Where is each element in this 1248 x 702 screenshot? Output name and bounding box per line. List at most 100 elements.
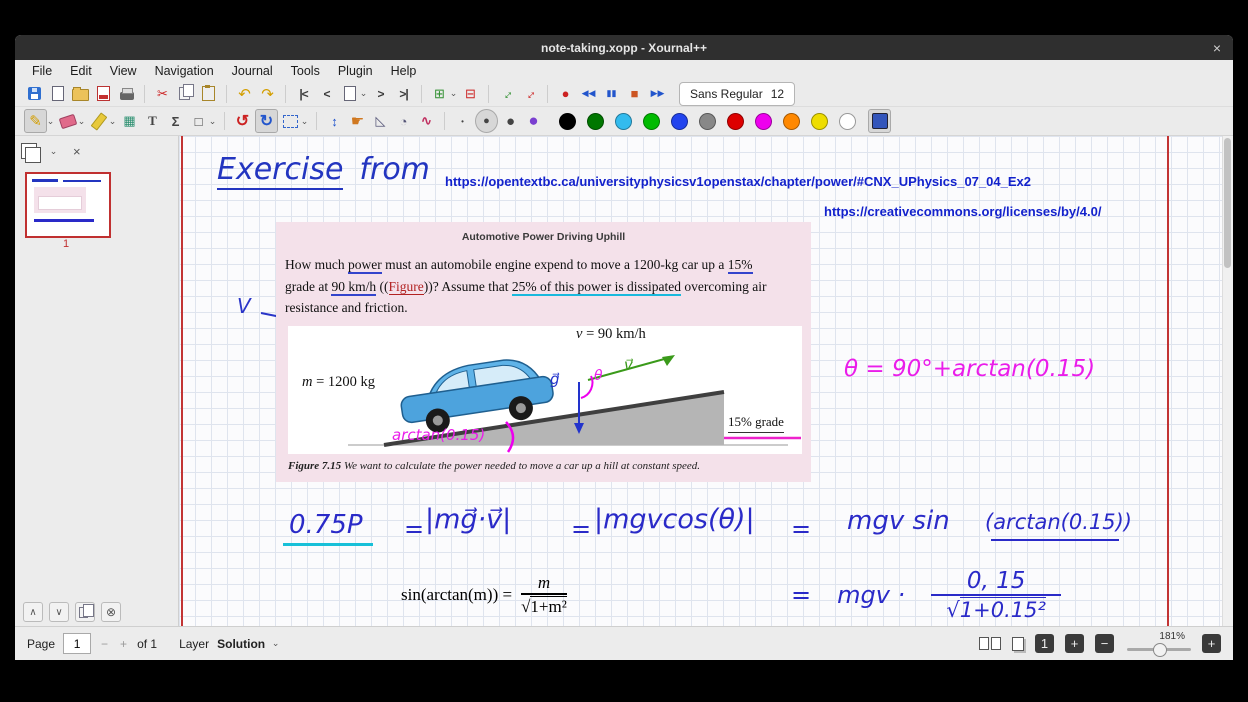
sidebar-panel-dropdown[interactable]: ⌄ <box>49 146 58 157</box>
zoom-slider-thumb[interactable] <box>1153 643 1167 657</box>
stroke-medium-button[interactable]: ● <box>475 109 498 133</box>
pause-audio-button[interactable]: ▮▮ <box>601 83 622 105</box>
page-increment-button[interactable]: + <box>118 637 129 651</box>
image-tool-button[interactable]: ▦ <box>119 110 140 132</box>
spline-tool-button[interactable]: ∿ <box>416 110 437 132</box>
presentation-button[interactable]: ↔ <box>519 83 540 105</box>
math-tex-button[interactable]: Σ <box>165 110 186 132</box>
first-page-button[interactable]: |< <box>293 83 314 105</box>
delete-page-button[interactable]: ⊟ <box>460 83 481 105</box>
menu-item-plugin[interactable]: Plugin <box>329 62 382 80</box>
color-swatch-light-blue[interactable] <box>615 113 632 130</box>
ruler-tool-button[interactable]: ◺ <box>370 110 391 132</box>
panel-copy-button[interactable] <box>75 602 95 622</box>
fullscreen-button[interactable]: ↔ <box>496 83 517 105</box>
menu-item-edit[interactable]: Edit <box>61 62 101 80</box>
highlighter-tool-button[interactable] <box>88 110 109 132</box>
menu-item-file[interactable]: File <box>23 62 61 80</box>
redo-button[interactable]: ↷ <box>257 83 278 105</box>
hand-tool-button[interactable]: ☛ <box>347 110 368 132</box>
prev-page-button[interactable]: < <box>316 83 337 105</box>
rotation-snap-button[interactable]: ↻ <box>255 109 278 133</box>
page-margin-left <box>181 136 183 626</box>
pen-tool-button[interactable]: ✎ <box>24 109 47 133</box>
color-swatch-green[interactable] <box>643 113 660 130</box>
new-file-button[interactable] <box>47 83 68 105</box>
stop-audio-button[interactable]: ■ <box>624 83 645 105</box>
paste-button[interactable] <box>198 83 219 105</box>
window-close-button[interactable]: × <box>1213 35 1221 60</box>
export-pdf-button[interactable] <box>93 83 114 105</box>
menu-item-journal[interactable]: Journal <box>223 62 282 80</box>
seek-back-button[interactable]: ◀◀ <box>578 83 599 105</box>
exercise-source-url[interactable]: https://opentextbc.ca/universityphysicsv… <box>445 174 1031 189</box>
stroke-thick-button[interactable]: ● <box>500 110 521 132</box>
license-url[interactable]: https://creativecommons.org/licenses/by/… <box>824 204 1101 219</box>
zoom-100-button[interactable]: 1 <box>1035 634 1054 653</box>
figure-link[interactable]: Figure <box>389 279 424 295</box>
layer-dropdown-icon[interactable]: ⌄ <box>271 638 280 649</box>
menu-item-navigation[interactable]: Navigation <box>146 62 223 80</box>
zoom-in-button[interactable]: + <box>1202 634 1221 653</box>
color-swatch-white[interactable] <box>839 113 856 130</box>
page-number-input[interactable] <box>63 633 91 654</box>
seek-forward-button[interactable]: ▶▶ <box>647 83 668 105</box>
shapes-tool-button[interactable]: □ <box>188 110 209 132</box>
color-swatch-gray[interactable] <box>699 113 716 130</box>
note-canvas[interactable]: Exercise from https://opentextbc.ca/univ… <box>179 136 1233 626</box>
panel-up-button[interactable]: ∧ <box>23 602 43 622</box>
layer-selector[interactable]: Solution <box>217 637 265 651</box>
highlighter-tool-dropdown[interactable]: ⌄ <box>108 110 117 132</box>
save-button[interactable] <box>24 83 45 105</box>
open-button[interactable] <box>70 83 91 105</box>
color-swatch-red[interactable] <box>727 113 744 130</box>
color-swatch-dark-green[interactable] <box>587 113 604 130</box>
vertical-scrollbar[interactable] <box>1222 136 1233 626</box>
panel-down-button[interactable]: ∨ <box>49 602 69 622</box>
select-rect-dropdown[interactable]: ⌄ <box>300 110 309 132</box>
eraser-tool-dropdown[interactable]: ⌄ <box>77 110 86 132</box>
page-decrement-button[interactable]: − <box>99 637 110 651</box>
single-page-view-button[interactable] <box>1012 637 1024 651</box>
fill-opacity-button[interactable]: ● <box>523 110 544 132</box>
scrollbar-thumb[interactable] <box>1224 138 1231 268</box>
select-rect-button[interactable] <box>280 110 301 132</box>
undo-button[interactable]: ↶ <box>234 83 255 105</box>
zoom-fit-width-button[interactable]: + <box>1065 634 1084 653</box>
cut-button[interactable]: ✂ <box>152 83 173 105</box>
next-page-button[interactable]: > <box>370 83 391 105</box>
shapes-tool-dropdown[interactable]: ⌄ <box>208 110 217 132</box>
page-thumbnail[interactable] <box>25 172 111 238</box>
protractor-tool-button[interactable]: ◔ <box>393 110 414 132</box>
copy-button[interactable] <box>175 83 196 105</box>
color-swatch-yellow[interactable] <box>811 113 828 130</box>
color-swatch-black[interactable] <box>559 113 576 130</box>
add-page-dropdown[interactable]: ⌄ <box>449 83 458 105</box>
color-swatch-blue[interactable] <box>671 113 688 130</box>
dual-page-view-button[interactable] <box>979 637 1001 650</box>
zoom-fit-page-button[interactable]: − <box>1095 634 1114 653</box>
record-audio-button[interactable]: ● <box>555 83 576 105</box>
add-page-button[interactable]: ⊞ <box>429 83 450 105</box>
stroke-fine-button[interactable]: • <box>452 110 473 132</box>
pen-tool-dropdown[interactable]: ⌄ <box>46 110 55 132</box>
spline-icon: ∿ <box>421 113 432 129</box>
color-swatch-orange[interactable] <box>783 113 800 130</box>
menu-item-tools[interactable]: Tools <box>282 62 329 80</box>
color-swatch-magenta[interactable] <box>755 113 772 130</box>
print-button[interactable] <box>116 83 137 105</box>
menu-item-view[interactable]: View <box>101 62 146 80</box>
shape-recognizer-button[interactable]: ↺ <box>232 110 253 132</box>
panel-close-circle-button[interactable]: ⊗ <box>101 602 121 622</box>
vertical-space-button[interactable]: ↕ <box>324 110 345 132</box>
last-page-button[interactable]: >| <box>393 83 414 105</box>
sidebar-close-button[interactable]: × <box>73 144 81 159</box>
eraser-tool-button[interactable] <box>57 110 78 132</box>
active-color-button[interactable] <box>868 109 891 133</box>
goto-page-button[interactable] <box>339 83 360 105</box>
text-tool-button[interactable]: T <box>142 110 163 132</box>
zoom-slider[interactable] <box>1127 643 1191 656</box>
menu-item-help[interactable]: Help <box>382 62 426 80</box>
font-button[interactable]: Sans Regular 12 <box>679 82 795 106</box>
goto-page-dropdown[interactable]: ⌄ <box>359 83 368 105</box>
